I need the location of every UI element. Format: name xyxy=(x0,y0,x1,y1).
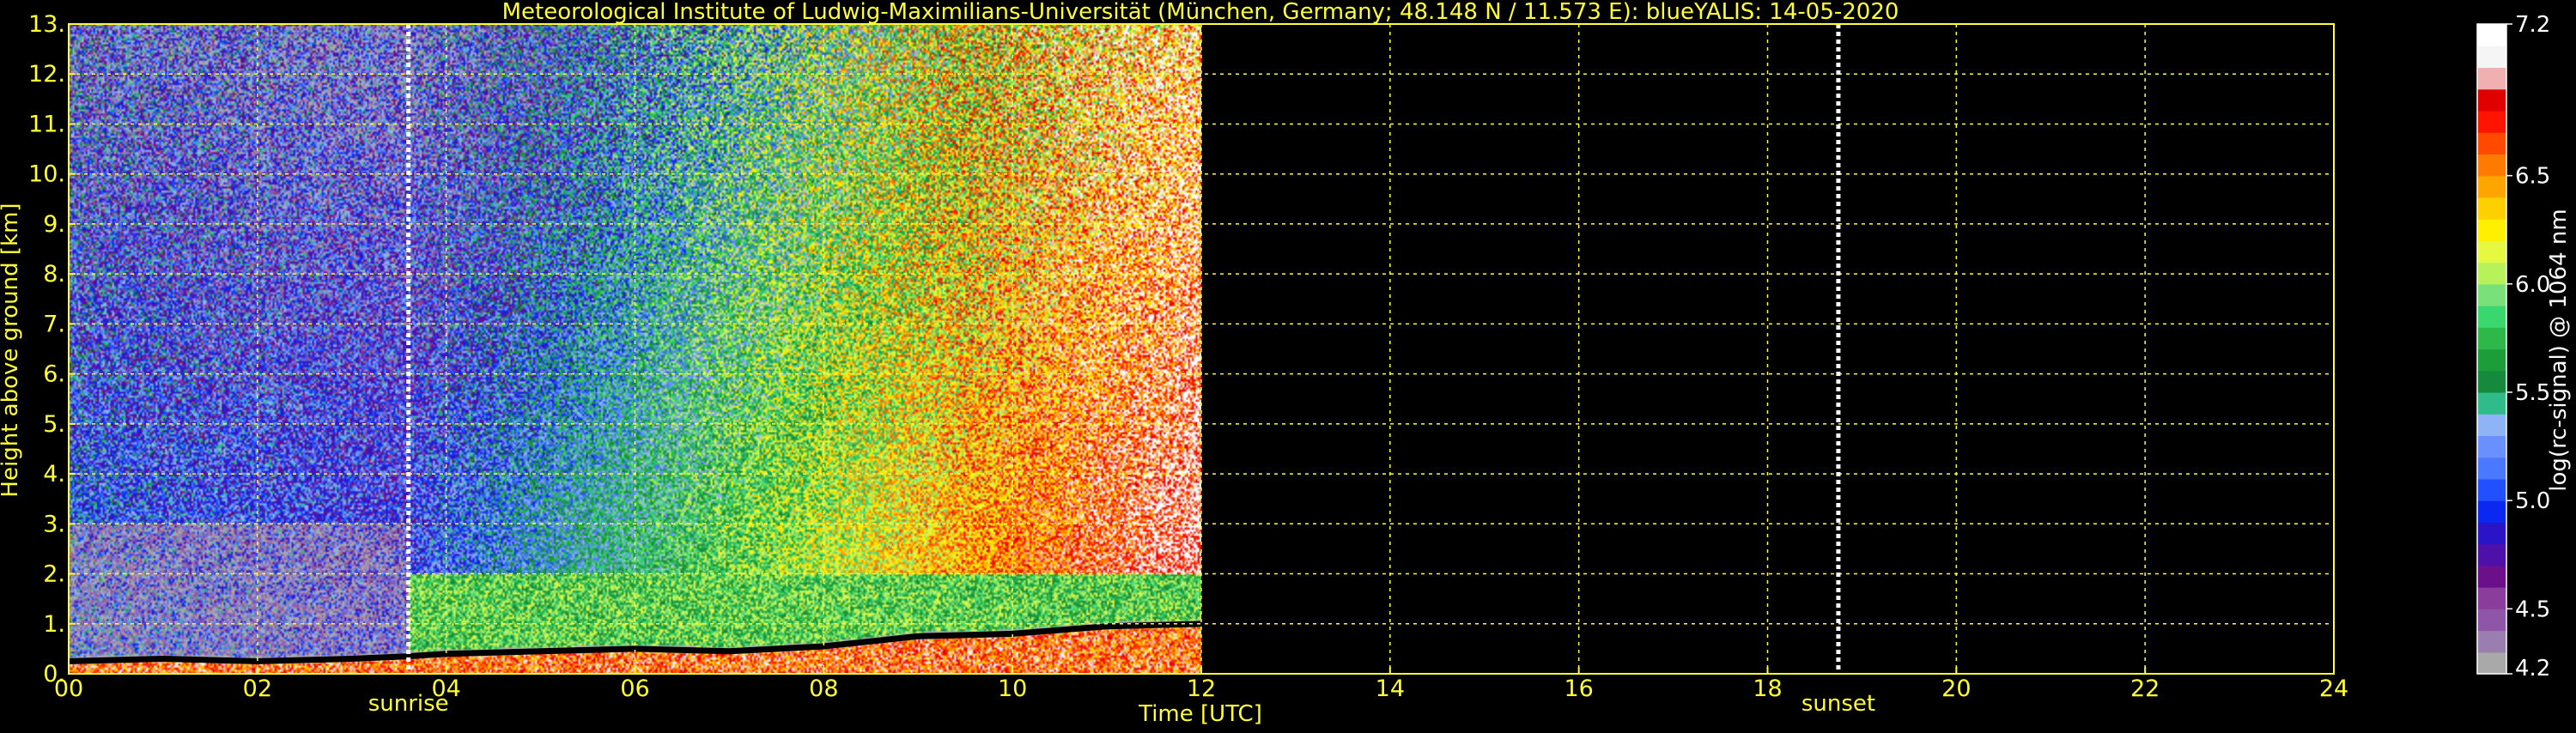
y-tick-label: 13. xyxy=(28,11,65,38)
chart-title: Meteorological Institute of Ludwig-Maxim… xyxy=(502,0,1899,25)
colorbar-segment xyxy=(2477,132,2506,154)
y-tick-label: 1. xyxy=(43,611,65,638)
colorbar-segment xyxy=(2477,219,2506,241)
colorbar-tick-label: 4.5 xyxy=(2515,597,2550,622)
colorbar-segment xyxy=(2477,522,2506,545)
lidar-chart: sunrise sunset 00 02 04 06 08 10 12 14 16 18 20 22 24… xyxy=(0,0,2576,730)
colorbar-label: log(rc-signal) @ 1064 nm xyxy=(2546,209,2572,491)
colorbar: 4.24.55.05.56.06.57.2 xyxy=(2476,12,2550,682)
colorbar-segment xyxy=(2477,457,2506,480)
x-axis-label: Time [UTC] xyxy=(1138,701,1262,727)
y-tick-label: 6. xyxy=(43,361,65,388)
colorbar-segment xyxy=(2477,327,2506,350)
colorbar-segment xyxy=(2477,283,2506,306)
colorbar-segment xyxy=(2477,154,2506,177)
y-tick-label: 4. xyxy=(43,461,65,488)
y-tick-label: 11. xyxy=(28,111,65,137)
colorbar-segment xyxy=(2477,197,2506,220)
colorbar-segment xyxy=(2477,391,2506,415)
colorbar-segment xyxy=(2477,609,2506,632)
colorbar-segment xyxy=(2477,67,2506,90)
x-tick-label: 20 xyxy=(1941,675,1971,702)
colorbar-segment xyxy=(2477,435,2506,458)
y-tick-label: 9. xyxy=(43,211,65,238)
lidar-chart-svg: sunrise sunset 00 02 04 06 08 10 12 14 16 18 20 22 24… xyxy=(0,0,2572,727)
sunset-label: sunset xyxy=(1801,691,1875,717)
colorbar-tick-label: 6.5 xyxy=(2515,164,2550,190)
x-tick-label: 06 xyxy=(620,675,649,702)
y-tick-label: 10. xyxy=(28,161,65,188)
x-tick-label: 18 xyxy=(1753,675,1782,702)
colorbar-tick-label: 4.2 xyxy=(2515,656,2550,682)
x-tick-label: 22 xyxy=(2130,675,2160,702)
colorbar-tick-label: 7.2 xyxy=(2515,12,2550,38)
colorbar-segment xyxy=(2477,370,2506,393)
y-tick-label: 2. xyxy=(43,561,65,588)
colorbar-segment xyxy=(2477,306,2506,328)
colorbar-segment xyxy=(2477,24,2506,46)
y-tick-label: 8. xyxy=(43,261,65,288)
colorbar-segment xyxy=(2477,110,2506,133)
colorbar-segment xyxy=(2477,651,2506,675)
y-tick-label: 12. xyxy=(28,61,65,88)
colorbar-segment xyxy=(2477,414,2506,437)
colorbar-segment xyxy=(2477,543,2506,566)
x-tick-label: 04 xyxy=(431,675,460,702)
colorbar-segment xyxy=(2477,565,2506,588)
y-tick-label: 5. xyxy=(43,411,65,438)
colorbar-segment xyxy=(2477,240,2506,264)
colorbar-segment xyxy=(2477,500,2506,523)
x-tick-label: 02 xyxy=(243,675,272,702)
y-axis-label: Height above ground [km] xyxy=(0,203,23,497)
colorbar-segment xyxy=(2477,175,2506,198)
colorbar-segment xyxy=(2477,587,2506,609)
x-tick-label: 16 xyxy=(1564,675,1593,702)
colorbar-segment xyxy=(2477,45,2506,69)
colorbar-segment xyxy=(2477,262,2506,285)
x-tick-label: 10 xyxy=(998,675,1027,702)
x-tick-label: 08 xyxy=(809,675,838,702)
colorbar-segment xyxy=(2477,478,2506,501)
x-tick-label: 12 xyxy=(1187,675,1216,702)
y-tick-label: 7. xyxy=(43,311,65,337)
x-tick-label: 14 xyxy=(1376,675,1405,702)
colorbar-segment xyxy=(2477,630,2506,653)
y-tick-label: 0. xyxy=(43,661,65,688)
colorbar-segment xyxy=(2477,348,2506,372)
colorbar-segment xyxy=(2477,88,2506,112)
x-tick-label: 24 xyxy=(2319,675,2348,702)
y-tick-label: 3. xyxy=(43,511,65,537)
